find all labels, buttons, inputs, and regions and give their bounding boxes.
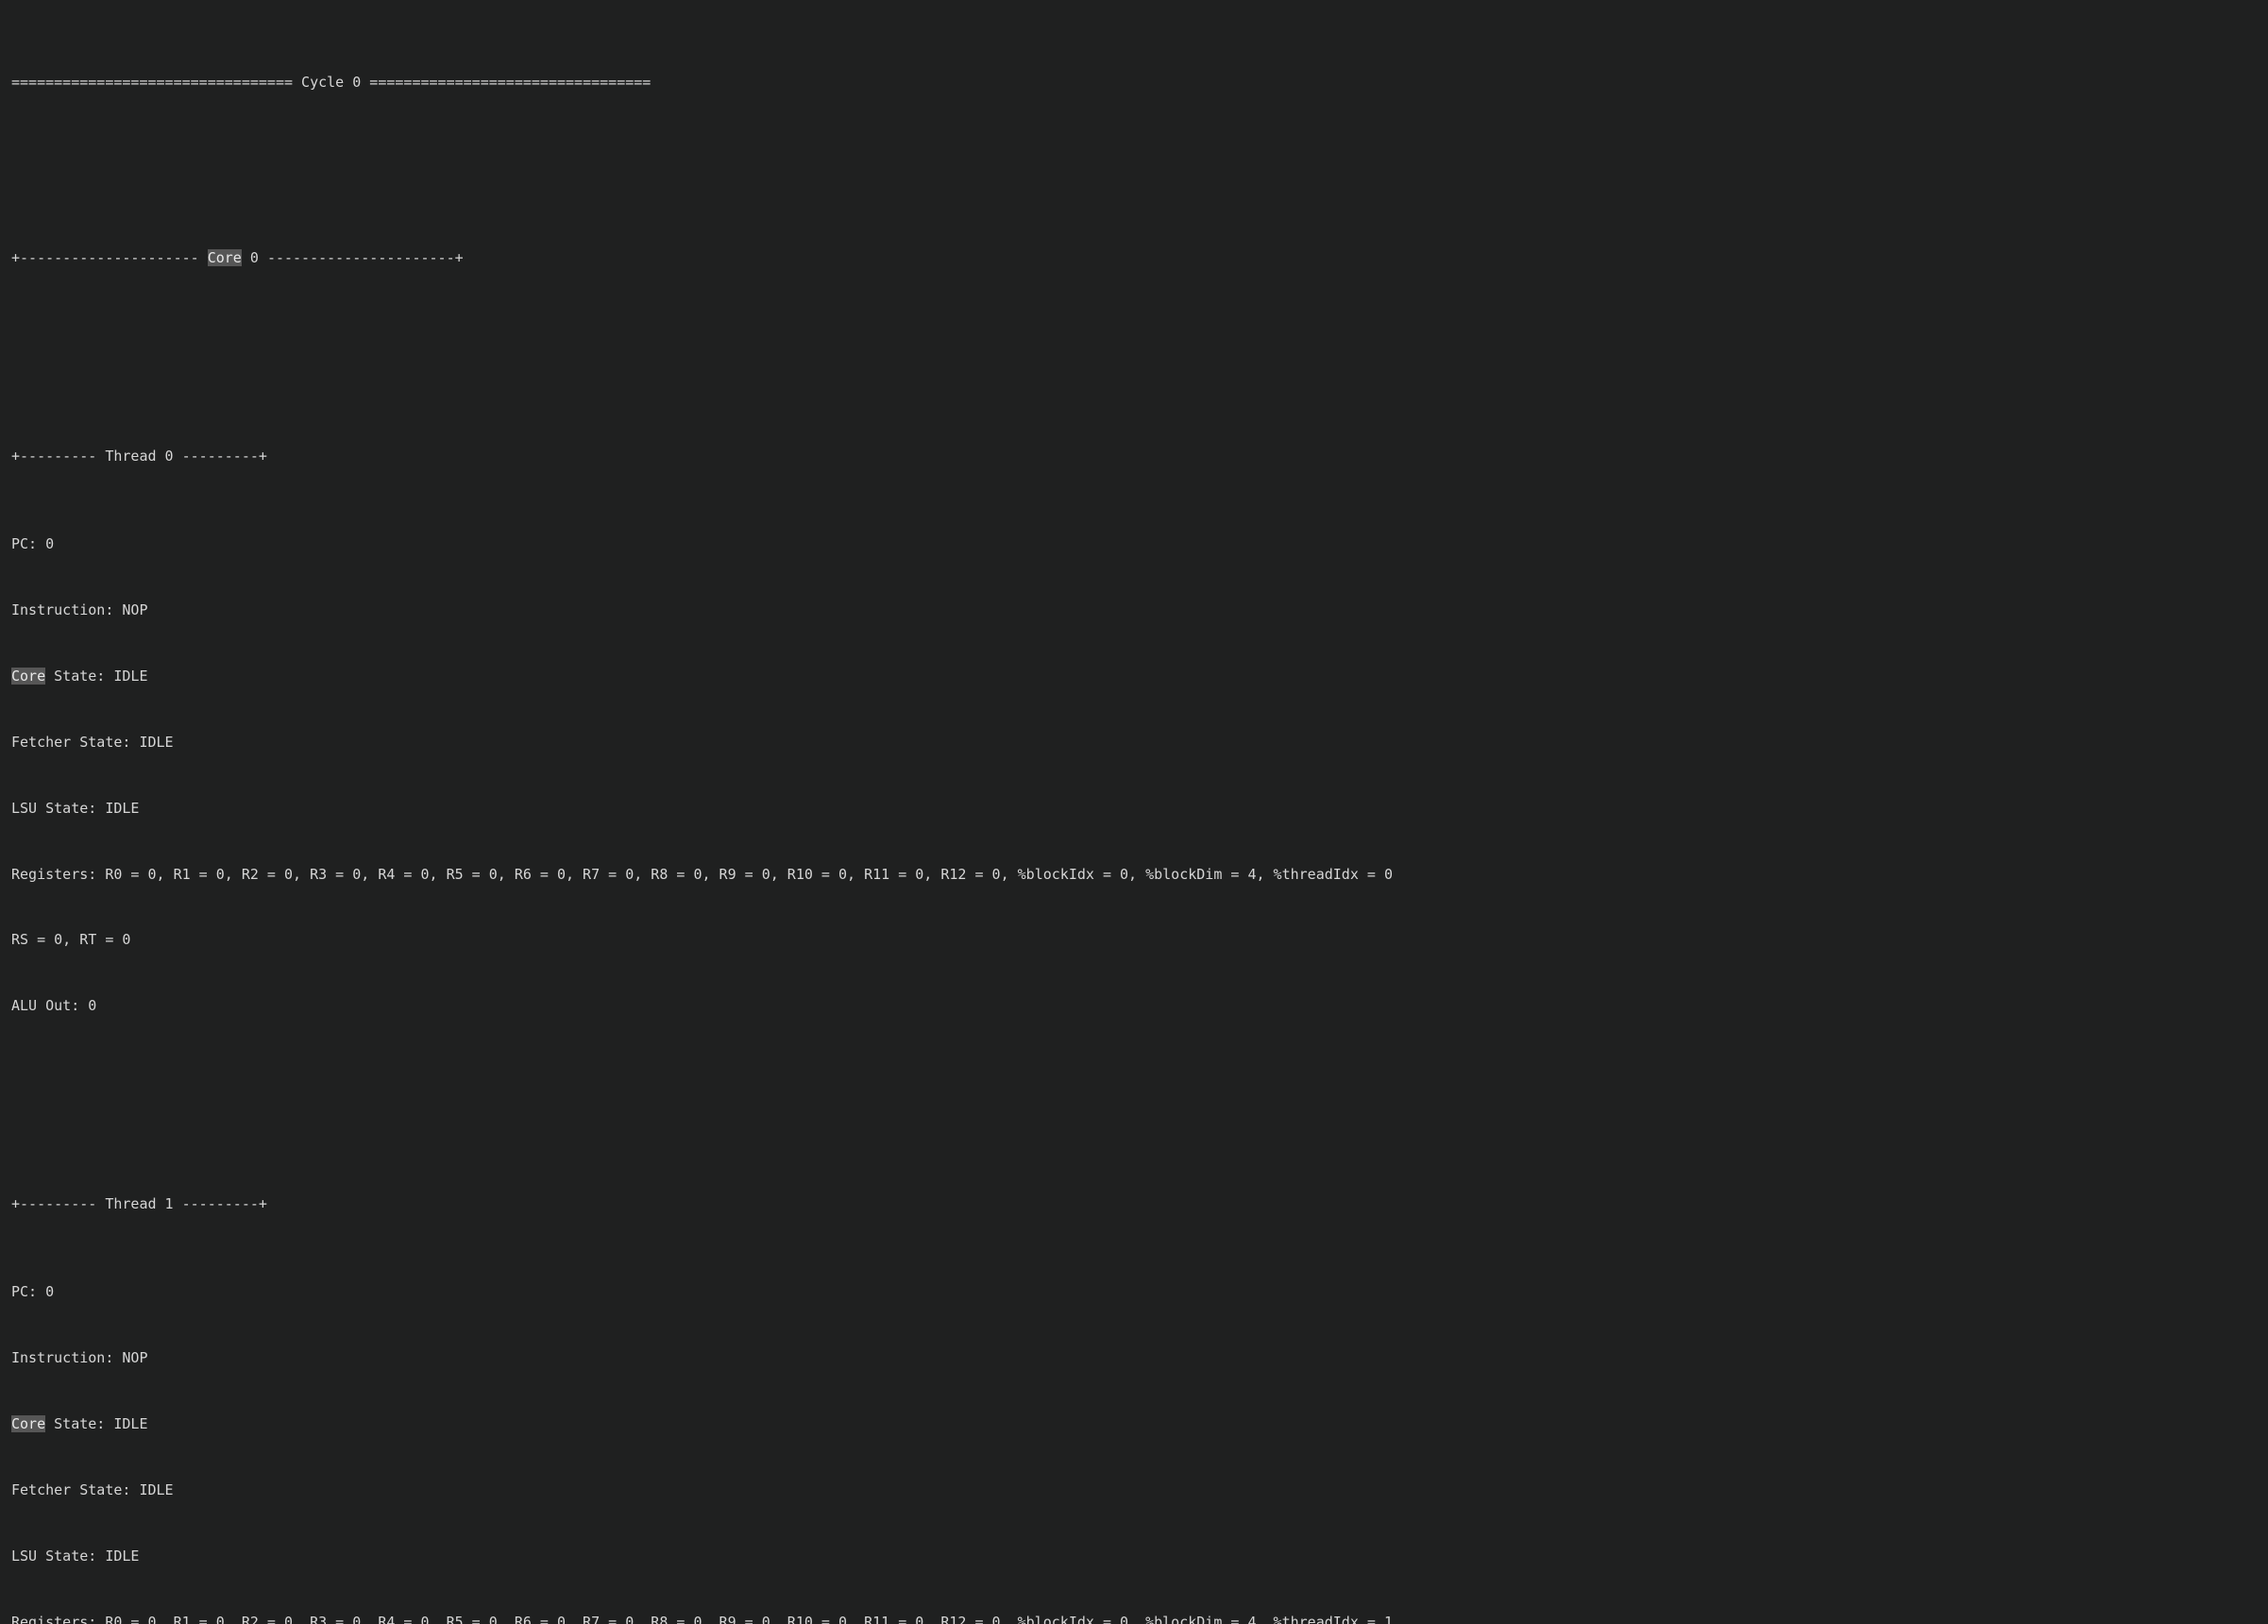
search-highlight-core: Core: [11, 1415, 46, 1432]
thread-core-state-line: Core State: IDLE: [11, 1413, 2268, 1435]
thread-header-right-corner: +: [258, 447, 267, 465]
thread-header-line: +--------- Thread 0 ---------+: [11, 446, 2268, 467]
thread-fetcher-state-line: Fetcher State: IDLE: [11, 1480, 174, 1498]
core-header-index: 0: [241, 249, 267, 267]
thread-lsu-state-line: LSU State: IDLE: [11, 799, 140, 817]
thread-core-state-value: State: IDLE: [45, 1415, 148, 1432]
thread-core-state-line: Core State: IDLE: [11, 666, 2268, 687]
cycle-header-label: Cycle 0: [293, 73, 370, 91]
thread-fetcher-state-line: Fetcher State: IDLE: [11, 733, 174, 751]
thread-instruction-line: Instruction: NOP: [11, 1349, 148, 1367]
thread-header-line: +--------- Thread 1 ---------+: [11, 1193, 2268, 1215]
cycle-header-left-rule: =================================: [11, 73, 294, 91]
thread-header-left-corner: +: [11, 1195, 21, 1213]
thread-header-right-rule: ---------: [181, 447, 259, 465]
core-header-right-corner: +: [454, 249, 464, 267]
thread-rs-rt-line: RS = 0, RT = 0: [11, 931, 131, 949]
thread-header-left-corner: +: [11, 447, 21, 465]
search-highlight-core: Core: [11, 667, 46, 685]
thread-pc-line: PC: 0: [11, 1283, 55, 1301]
thread-lsu-state-line: LSU State: IDLE: [11, 1547, 140, 1565]
thread-header-label: Thread 0: [96, 447, 182, 465]
thread-header-label: Thread 1: [96, 1195, 182, 1213]
core-header-line: +--------------------- Core 0 ----------…: [11, 247, 2268, 269]
core-header-right-rule: ----------------------: [266, 249, 455, 267]
search-highlight-core: Core: [207, 249, 242, 267]
thread-header-right-rule: ---------: [181, 1195, 259, 1213]
thread-instruction-line: Instruction: NOP: [11, 601, 148, 619]
core-header-left-corner: +: [11, 249, 21, 267]
thread-header-left-rule: ---------: [20, 447, 97, 465]
terminal-output[interactable]: ================================= Cycle …: [0, 0, 2268, 1624]
thread-registers-line: Registers: R0 = 0, R1 = 0, R2 = 0, R3 = …: [11, 865, 1393, 883]
thread-registers-line: Registers: R0 = 0, R1 = 0, R2 = 0, R3 = …: [11, 1613, 1393, 1624]
thread-core-state-value: State: IDLE: [45, 667, 148, 685]
thread-alu-out-line: ALU Out: 0: [11, 997, 97, 1015]
core-header-space: [199, 249, 208, 266]
cycle-header-line: ================================= Cycle …: [11, 72, 2268, 93]
thread-pc-line: PC: 0: [11, 535, 55, 553]
thread-header-left-rule: ---------: [20, 1195, 97, 1213]
core-header-left-rule: ---------------------: [20, 249, 199, 267]
cycle-header-right-rule: =================================: [369, 73, 652, 91]
thread-header-right-corner: +: [258, 1195, 267, 1213]
